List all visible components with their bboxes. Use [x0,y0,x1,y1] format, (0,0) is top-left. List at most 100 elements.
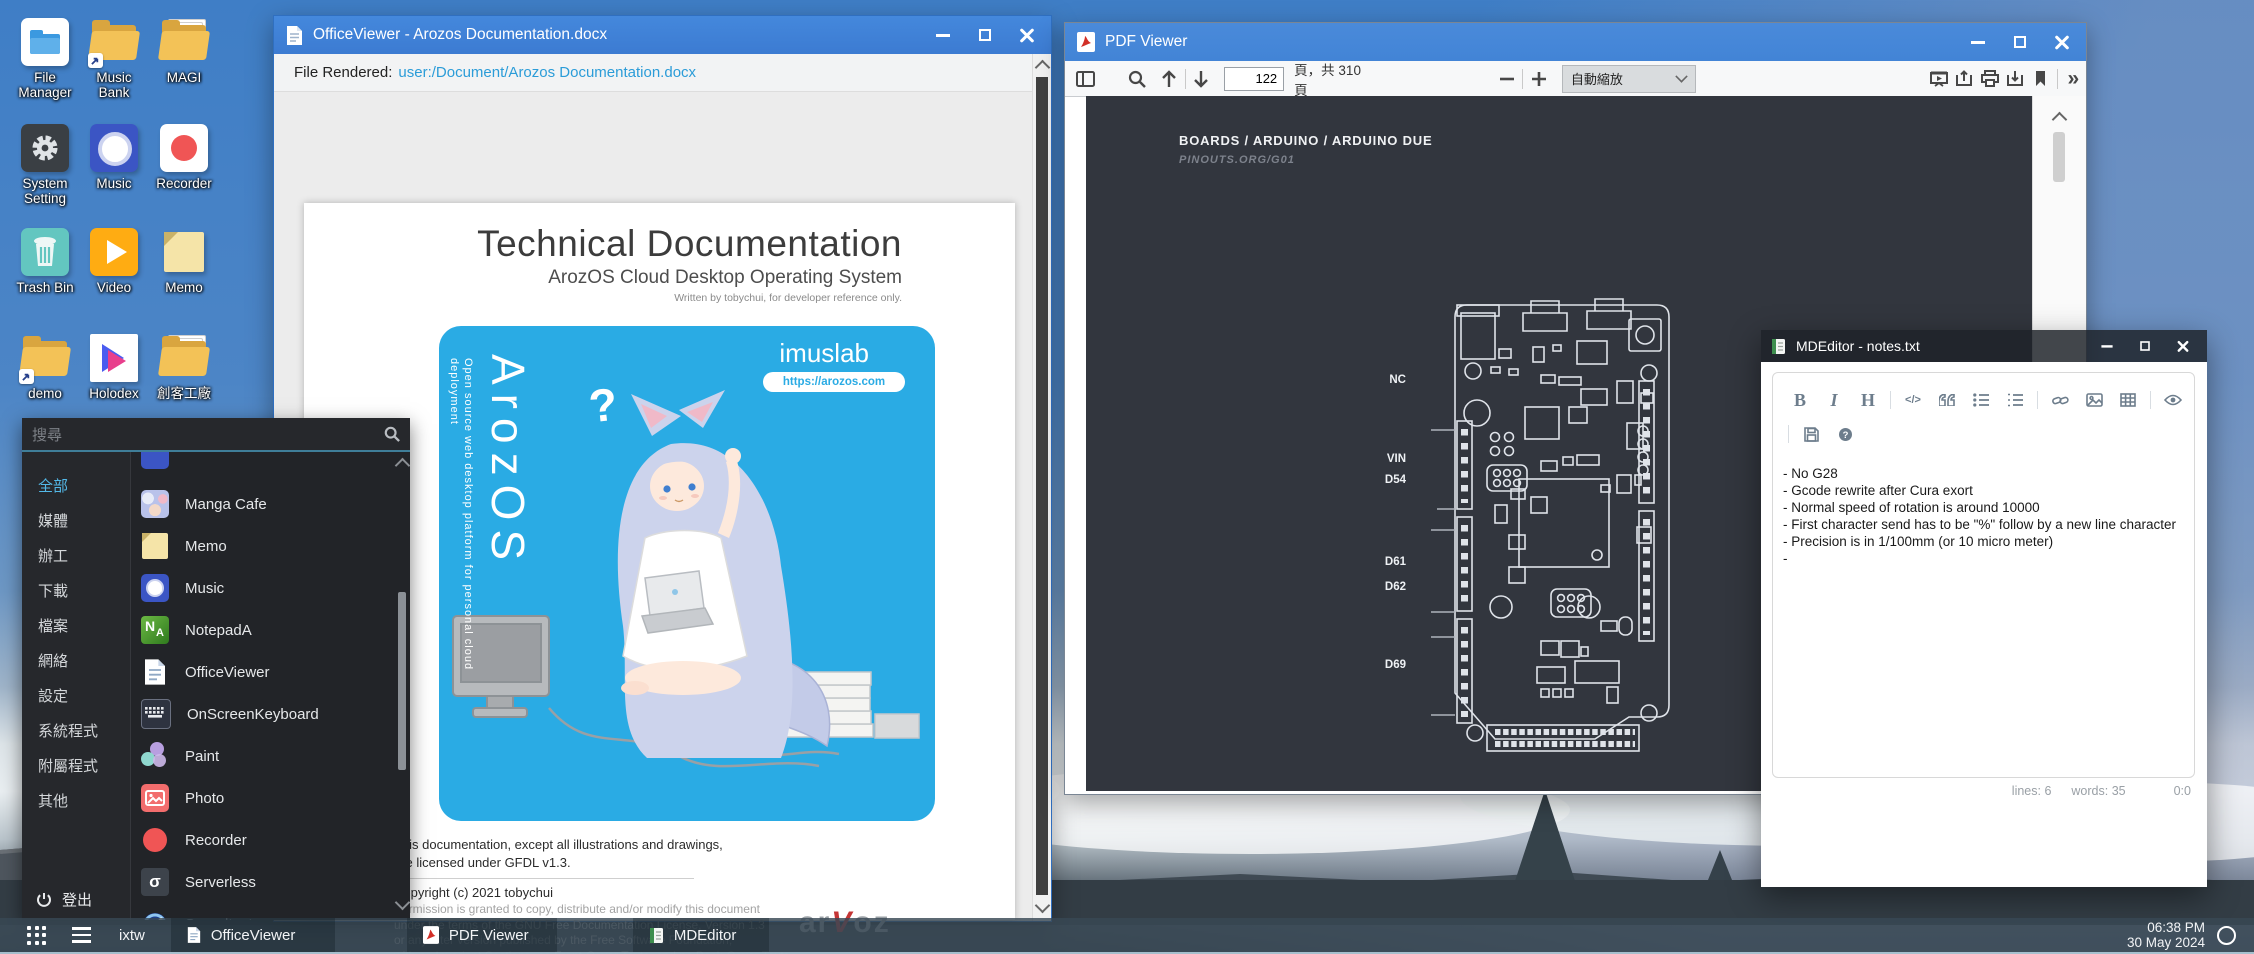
taskbar-item-mdeditor[interactable]: MDEditor [633,918,769,952]
desktop-icon-music[interactable]: ♪ Music [81,124,147,191]
close-button[interactable] [2054,34,2070,50]
note-text[interactable]: - No G28 - Gcode rewrite after Cura exor… [1783,465,2183,567]
desktop-icon-music-bank[interactable]: Music Bank [81,18,147,100]
desktop-icon-video[interactable]: Video [81,228,147,295]
record-dot-icon [160,124,208,172]
app-item-recorder[interactable]: Recorder [141,819,388,861]
taskbar-clock[interactable]: 06:38 PM 30 May 2024 [2127,920,2205,950]
scrollbar-thumb[interactable] [2053,132,2065,182]
desktop-icon-recorder[interactable]: Recorder [151,124,217,191]
code-icon[interactable]: </> [1901,394,1925,406]
photo-icon [141,784,169,812]
editor-panel[interactable]: B I H </> [1772,372,2195,778]
unordered-list-icon[interactable] [1969,393,1993,407]
more-tools-icon[interactable]: » [2061,65,2087,93]
file-path-link[interactable]: user:/Document/Arozos Documentation.docx [398,64,696,81]
zoom-mode-select[interactable]: 自動縮放 [1562,65,1696,93]
app-item-onscreenkeyboard[interactable]: OnScreenKeyboard [141,693,388,735]
category-others[interactable]: 其他 [22,783,130,818]
search-icon[interactable] [1125,65,1151,93]
download-icon[interactable] [2002,65,2028,93]
category-system[interactable]: 系統程式 [22,713,130,748]
menu-icon[interactable] [72,927,91,943]
minimize-button[interactable] [2101,340,2114,353]
app-item-partial[interactable] [141,452,388,476]
desktop-icon-demo[interactable]: demo [12,334,78,401]
category-files[interactable]: 檔案 [22,608,130,643]
status-ring-icon[interactable] [2217,926,2236,945]
heading-icon[interactable]: H [1856,390,1880,411]
app-item-memo[interactable]: Memo [141,525,388,567]
sidebar-toggle-icon[interactable] [1073,65,1099,93]
preview-eye-icon[interactable] [2161,394,2185,406]
desktop-icon-magi[interactable]: MAGI [151,18,217,85]
taskbar-username[interactable]: ixtw [119,927,145,944]
print-icon[interactable] [1977,65,2003,93]
maximize-button[interactable] [2139,340,2152,353]
scroll-up-icon[interactable] [2052,112,2068,128]
close-button[interactable] [2177,340,2190,353]
app-item-music[interactable]: ♪ Music [141,567,388,609]
next-page-icon[interactable] [1189,65,1215,93]
minimize-button[interactable] [1970,34,1986,50]
taskbar-item-officeviewer[interactable]: OfficeViewer [171,918,335,952]
table-icon[interactable] [2116,393,2140,407]
app-item-paint[interactable]: Paint [141,735,388,777]
zoom-in-icon[interactable] [1526,65,1552,93]
desktop-icon-memo[interactable]: Memo [151,228,217,295]
previous-page-icon[interactable] [1156,65,1182,93]
start-menu-search[interactable]: 搜尋 [22,418,410,452]
desktop-icon-system-setting[interactable]: System Setting [12,124,78,206]
folder-stack-icon [160,18,208,66]
officeviewer-titlebar[interactable]: OfficeViewer - Arozos Documentation.docx [274,16,1051,54]
open-file-icon[interactable] [1951,65,1977,93]
desktop-icon-file-manager[interactable]: File Manager [12,18,78,100]
scroll-up-icon[interactable] [1035,60,1051,76]
category-accessories[interactable]: 附屬程式 [22,748,130,783]
desktop-icon-trash-bin[interactable]: Trash Bin [12,228,78,295]
category-all[interactable]: 全部 [22,468,130,503]
officeviewer-scrollbar[interactable] [1032,54,1051,921]
app-label: Serverless [185,874,256,891]
category-media[interactable]: 媒體 [22,503,130,538]
pdf-titlebar[interactable]: PDF Viewer [1065,23,2086,61]
taskbar-item-pdf-viewer[interactable]: PDF Viewer [407,918,557,952]
logout-button[interactable]: 登出 [36,889,92,910]
maximize-button[interactable] [2012,34,2028,50]
minimize-button[interactable] [935,27,951,43]
scroll-down-icon[interactable] [1035,898,1051,914]
bold-icon[interactable]: B [1788,390,1812,411]
quote-icon[interactable] [1935,394,1959,406]
category-office[interactable]: 辦工 [22,538,130,573]
app-launcher-icon[interactable] [27,926,46,945]
help-icon[interactable]: ? [1833,427,1857,442]
app-item-manga-cafe[interactable]: Manga Cafe [141,483,388,525]
desktop-icon-holodex[interactable]: Holodex [81,334,147,401]
image-icon[interactable] [2082,393,2106,407]
app-list-scrollbar[interactable] [397,456,407,916]
mdeditor-titlebar[interactable]: MDEditor - notes.txt [1761,330,2207,362]
close-button[interactable] [1019,27,1035,43]
scrollbar-thumb[interactable] [398,592,406,770]
zoom-out-icon[interactable] [1494,65,1520,93]
category-network[interactable]: 網絡 [22,643,130,678]
page-number-input[interactable] [1224,67,1284,91]
app-item-photo[interactable]: Photo [141,777,388,819]
desktop-icon-maker-factory[interactable]: 創客工廠 [151,334,217,401]
app-item-serverless[interactable]: σ Serverless [141,861,388,903]
presentation-mode-icon[interactable] [1926,65,1952,93]
ordered-list-icon[interactable] [2003,393,2027,407]
link-icon[interactable] [2048,394,2072,407]
save-icon[interactable] [1799,427,1823,442]
italic-icon[interactable]: I [1822,390,1846,411]
category-download[interactable]: 下載 [22,573,130,608]
category-settings[interactable]: 設定 [22,678,130,713]
scroll-up-icon[interactable] [395,458,410,474]
scrollbar-thumb[interactable] [1036,77,1048,895]
app-item-officeviewer[interactable]: OfficeViewer [141,651,388,693]
app-item-notepada[interactable]: N A NotepadA [141,609,388,651]
maximize-button[interactable] [977,27,993,43]
scroll-down-icon[interactable] [395,895,410,911]
bookmark-icon[interactable] [2028,65,2054,93]
app-label: Memo [185,538,227,555]
